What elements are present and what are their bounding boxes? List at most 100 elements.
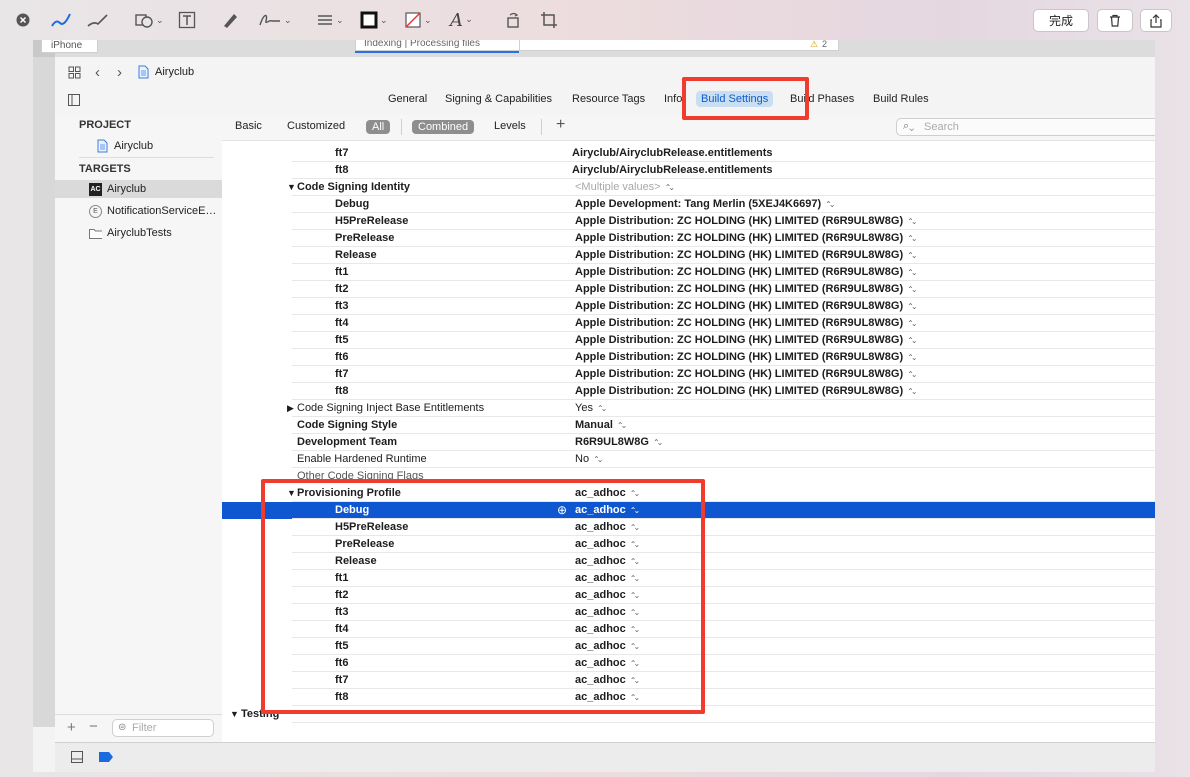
sign-icon[interactable]: ⌄ [258,9,292,31]
forward-icon[interactable]: › [117,64,122,81]
setting-name: ft5 [335,334,349,346]
setting-value[interactable]: Manual ⌃⌄ [575,419,627,431]
setting-value[interactable]: Airyclub/AiryclubRelease.entitlements [572,164,773,176]
table-row[interactable]: Debug Apple Development: Tang Merlin (5XE… [222,196,1155,213]
share-icon[interactable] [1140,9,1172,32]
tab-build-rules[interactable]: Build Rules [873,93,929,105]
table-row[interactable]: ▼ Code Signing Identity <Multiple values> ⌃… [222,179,1155,196]
setting-value-text: Apple Development: Tang Merlin (5XEJ4K66… [575,198,822,210]
setting-value[interactable]: Apple Distribution: ZC HOLDING (HK) LIMI… [575,368,918,380]
table-row[interactable]: PreRelease Apple Distribution: ZC HOLDING… [222,230,1155,247]
tab-resource-tags[interactable]: Resource Tags [572,93,645,105]
back-icon[interactable]: ‹ [95,64,100,81]
setting-value[interactable]: Airyclub/AiryclubRelease.entitlements [572,147,773,159]
setting-value[interactable]: <Multiple values> ⌃⌄ [575,181,676,193]
breadcrumb[interactable]: Airyclub [155,66,194,78]
popup-stepper-icon: ⌃⌄ [907,336,918,345]
disclosure-open-icon[interactable]: ▼ [230,709,239,719]
tab-general[interactable]: General [388,93,427,105]
divider [541,119,542,135]
setting-name: Release [335,249,377,261]
setting-value[interactable]: Apple Distribution: ZC HOLDING (HK) LIMI… [575,283,918,295]
table-row[interactable]: ft7 Airyclub/AiryclubRelease.entitlements [222,145,1155,162]
sidebar-item-target-airyclub[interactable]: AC Airyclub [55,180,222,198]
table-row[interactable]: Development Team R6R9UL8W8G ⌃⌄ [222,434,1155,451]
filter-basic-button[interactable]: Basic [235,120,262,132]
table-row[interactable]: ft6 Apple Distribution: ZC HOLDING (HK) L… [222,349,1155,366]
sidebar-item-project-airyclub[interactable]: Airyclub [96,137,153,155]
grid-icon[interactable] [68,66,81,82]
device-tab[interactable]: iPhone [41,40,98,53]
sidebar-item-target-tests[interactable]: AiryclubTests [89,224,172,242]
rotate-icon[interactable] [504,9,522,31]
shapes-icon[interactable]: ⌄ [134,9,164,31]
setting-value-text: Apple Distribution: ZC HOLDING (HK) LIMI… [575,334,904,346]
sidebar-filter-input[interactable]: ⊜ Filter [112,719,214,737]
line-style-icon[interactable]: ⌄ [316,9,344,31]
search-input[interactable]: ⌕⌄ Search [896,118,1155,136]
fill-color-icon[interactable]: ⌄ [404,9,432,31]
warning-count: 2 [822,40,828,49]
table-row[interactable]: Release Apple Distribution: ZC HOLDING (H… [222,247,1155,264]
remove-target-icon[interactable]: − [89,718,98,735]
setting-value-text: Apple Distribution: ZC HOLDING (HK) LIMI… [575,300,904,312]
filter-combined-button[interactable]: Combined [412,120,475,134]
sidebar-toggle-icon[interactable] [68,94,80,109]
filter-all-button[interactable]: All [366,120,391,134]
table-row[interactable]: ft1 Apple Distribution: ZC HOLDING (HK) L… [222,264,1155,281]
add-target-icon[interactable]: + [67,719,76,736]
setting-value[interactable]: Apple Distribution: ZC HOLDING (HK) LIMI… [575,385,918,397]
table-row[interactable]: Code Signing Style Manual ⌃⌄ [222,417,1155,434]
debug-area-toggle-icon[interactable] [71,751,83,766]
setting-value[interactable]: Apple Distribution: ZC HOLDING (HK) LIMI… [575,317,918,329]
table-row[interactable]: ft5 Apple Distribution: ZC HOLDING (HK) L… [222,332,1155,349]
warning-icon[interactable]: ⚠ [810,40,818,49]
setting-value[interactable]: R6R9UL8W8G ⌃⌄ [575,436,664,448]
table-row[interactable]: ft4 Apple Distribution: ZC HOLDING (HK) L… [222,315,1155,332]
setting-value[interactable]: Apple Distribution: ZC HOLDING (HK) LIMI… [575,351,918,363]
table-row[interactable]: ft8 Airyclub/AiryclubRelease.entitlements [222,162,1155,179]
sketch-icon[interactable] [50,9,72,31]
setting-value[interactable]: Apple Development: Tang Merlin (5XEJ4K66… [575,198,836,210]
table-row[interactable]: ▶ Code Signing Inject Base Entitlements Ye… [222,400,1155,417]
tab-info[interactable]: Info [664,93,682,105]
breakpoint-icon[interactable] [99,752,113,765]
disclosure-closed-icon[interactable]: ▶ [287,403,294,414]
table-row[interactable]: ft8 Apple Distribution: ZC HOLDING (HK) L… [222,383,1155,400]
done-button[interactable]: 完成 [1033,9,1089,32]
setting-value[interactable]: Apple Distribution: ZC HOLDING (HK) LIMI… [575,232,918,244]
text-icon[interactable] [178,9,196,31]
draw-icon[interactable] [86,9,110,31]
font-icon[interactable]: A ⌄ [450,9,473,31]
table-row[interactable]: ft3 Apple Distribution: ZC HOLDING (HK) L… [222,298,1155,315]
trash-icon[interactable] [1097,9,1133,32]
table-row[interactable]: H5PreRelease Apple Distribution: ZC HOLDI… [222,213,1155,230]
crop-icon[interactable] [540,9,558,31]
setting-value-text: Airyclub/AiryclubRelease.entitlements [572,147,773,159]
setting-value[interactable]: Apple Distribution: ZC HOLDING (HK) LIMI… [575,334,918,346]
setting-value[interactable]: No ⌃⌄ [575,453,604,465]
popup-stepper-icon: ⌃⌄ [907,319,918,328]
sidebar-item-target-notification[interactable]: E NotificationServiceE… [89,202,216,220]
filter-customized-button[interactable]: Customized [287,120,345,132]
gutter-nav [33,57,55,87]
table-row[interactable]: Enable Hardened Runtime No ⌃⌄ [222,451,1155,468]
highlight-icon[interactable] [220,9,240,31]
table-row[interactable]: ft2 Apple Distribution: ZC HOLDING (HK) L… [222,281,1155,298]
setting-value[interactable]: Yes ⌃⌄ [575,402,608,414]
setting-value[interactable]: Apple Distribution: ZC HOLDING (HK) LIMI… [575,266,918,278]
sidebar-item-label: NotificationServiceE… [107,205,217,217]
add-setting-button[interactable]: + [556,116,565,134]
setting-value[interactable]: Apple Distribution: ZC HOLDING (HK) LIMI… [575,249,918,261]
annotation-box-provisioning-profile [261,479,705,714]
filter-levels-button[interactable]: Levels [494,120,526,132]
setting-value[interactable]: Apple Distribution: ZC HOLDING (HK) LIMI… [575,300,918,312]
activity-indicator: Indexing | Processing files [355,40,527,51]
close-icon[interactable] [16,9,30,31]
popup-stepper-icon: ⌃⌄ [664,183,676,192]
tab-signing-capabilities[interactable]: Signing & Capabilities [445,93,552,105]
disclosure-open-icon[interactable]: ▼ [287,182,296,192]
table-row[interactable]: ft7 Apple Distribution: ZC HOLDING (HK) L… [222,366,1155,383]
setting-value[interactable]: Apple Distribution: ZC HOLDING (HK) LIMI… [575,215,918,227]
border-color-icon[interactable]: ⌄ [360,9,388,31]
